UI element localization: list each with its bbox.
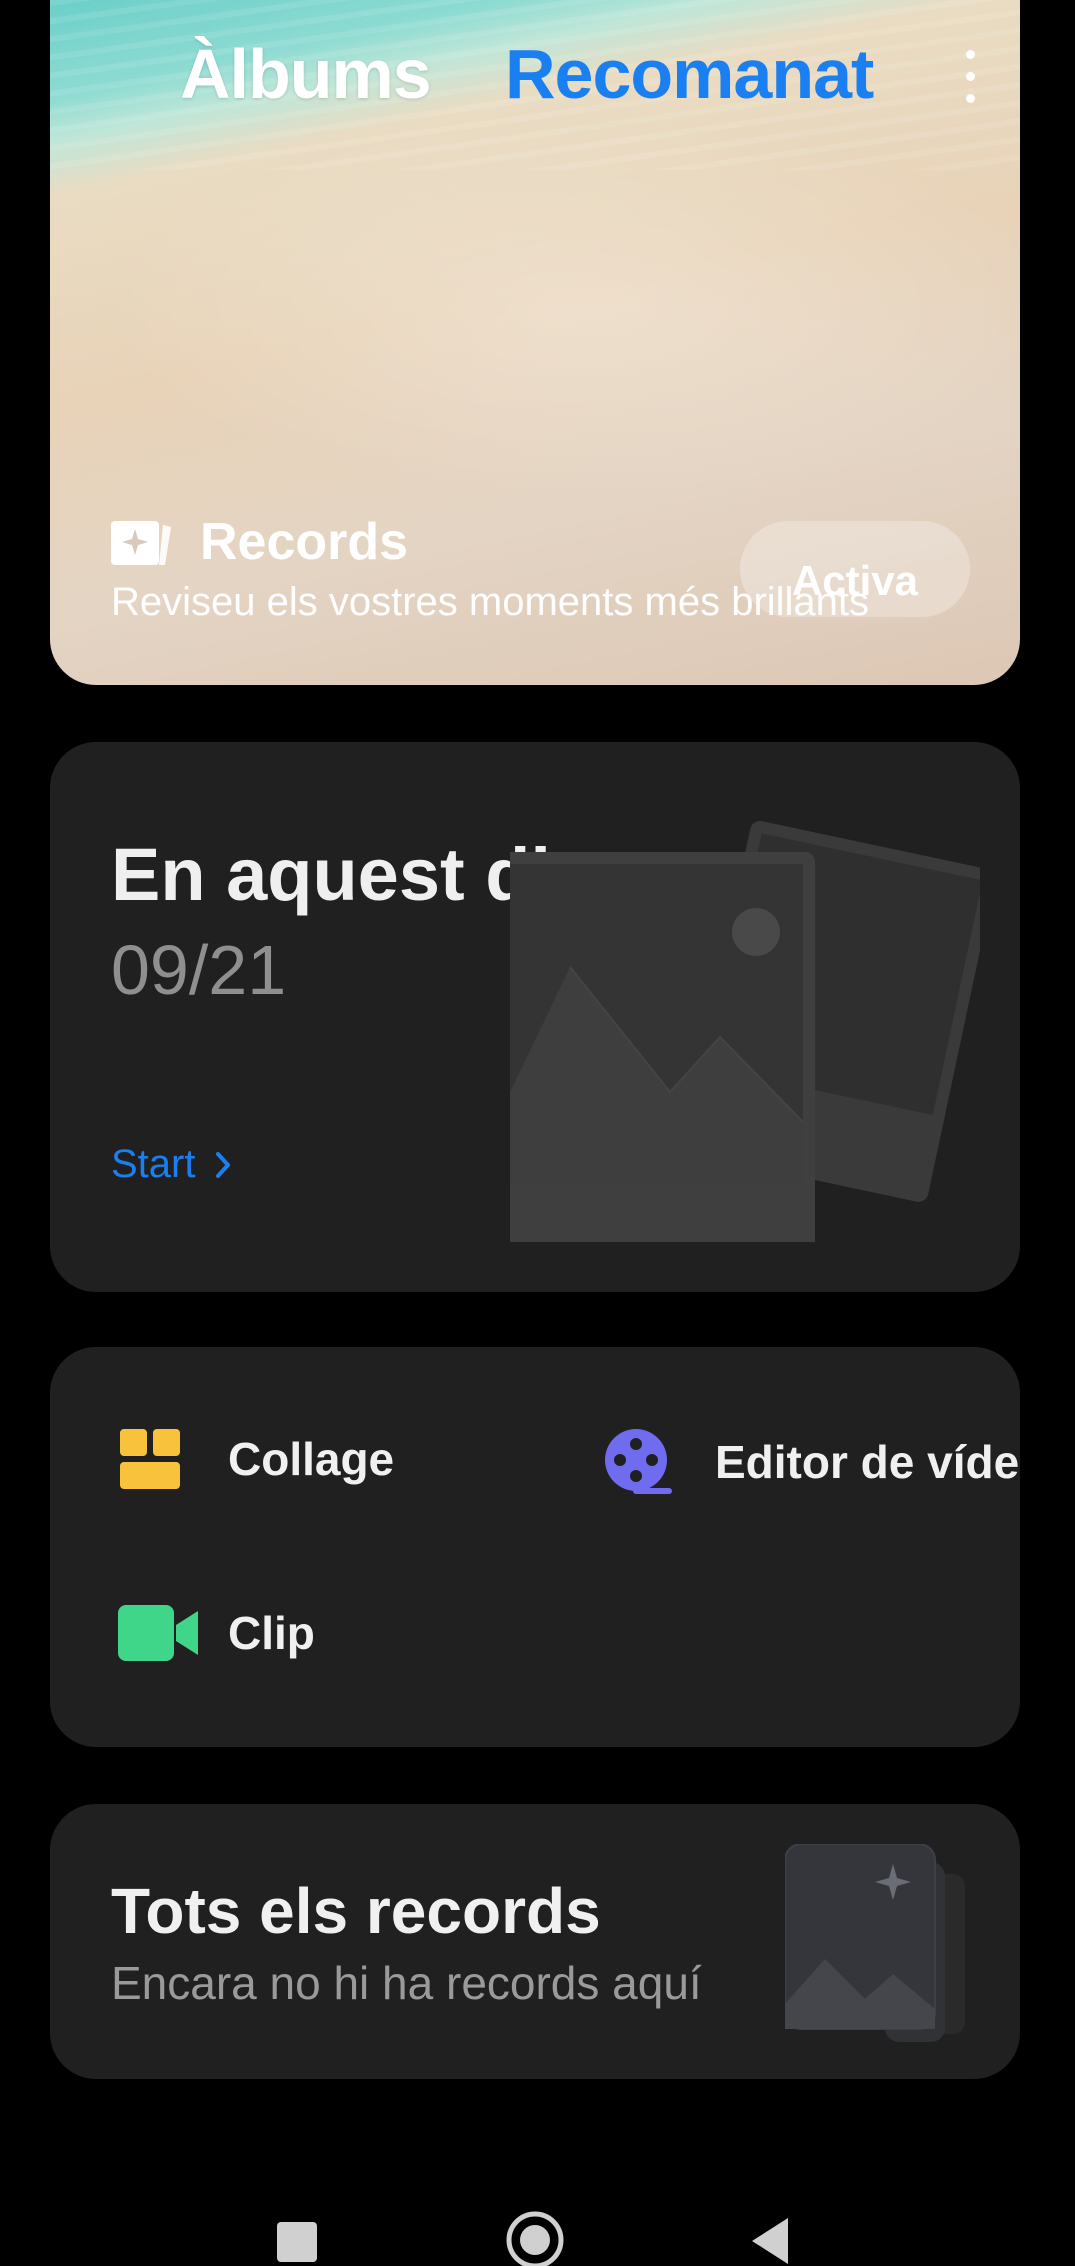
tool-collage[interactable]: Collage — [118, 1427, 394, 1491]
all-memories-subtitle: Encara no hi ha records aquí — [111, 1957, 702, 2009]
tool-clip-label: Clip — [228, 1607, 315, 1659]
start-label: Start — [111, 1142, 196, 1186]
tab-recommended[interactable]: Recomanat — [505, 34, 874, 114]
memories-placeholder-icon — [785, 1844, 965, 2042]
tab-albums[interactable]: Àlbums — [180, 34, 432, 114]
tool-collage-label: Collage — [228, 1433, 395, 1485]
recents-square-icon[interactable] — [277, 2222, 317, 2262]
this-day-date: 09/21 — [111, 931, 287, 1009]
more-vertical-icon[interactable] — [963, 50, 977, 105]
home-circle-icon[interactable] — [506, 2211, 564, 2266]
collage-icon — [120, 1429, 180, 1489]
tool-video-editor-label: Editor de vídeo — [715, 1436, 1020, 1488]
system-nav-bar — [277, 2211, 788, 2266]
video-reel-icon — [605, 1429, 672, 1494]
all-memories-title: Tots els records — [111, 1875, 601, 1947]
this-day-card[interactable]: En aquest dia 09/21 Start — [50, 742, 1020, 1292]
photo-stack-placeholder-icon — [510, 820, 980, 1242]
records-banner[interactable]: Àlbums Recomanat Records Activa Reviseu … — [50, 0, 1020, 685]
tool-clip[interactable]: Clip — [118, 1605, 315, 1661]
chevron-right-icon — [215, 1152, 230, 1178]
back-triangle-icon[interactable] — [752, 2218, 788, 2264]
memories-icon — [111, 521, 171, 565]
tools-card: Collage Editor de vídeo Clip — [50, 1347, 1020, 1747]
video-camera-icon — [118, 1605, 198, 1661]
all-memories-card[interactable]: Tots els records Encara no hi ha records… — [50, 1804, 1020, 2079]
records-title: Records — [200, 513, 409, 571]
tool-video-editor[interactable]: Editor de vídeo — [603, 1427, 1020, 1497]
records-subtitle: Reviseu els vostres moments més brillant… — [111, 580, 870, 624]
start-link[interactable]: Start — [111, 1142, 235, 1187]
